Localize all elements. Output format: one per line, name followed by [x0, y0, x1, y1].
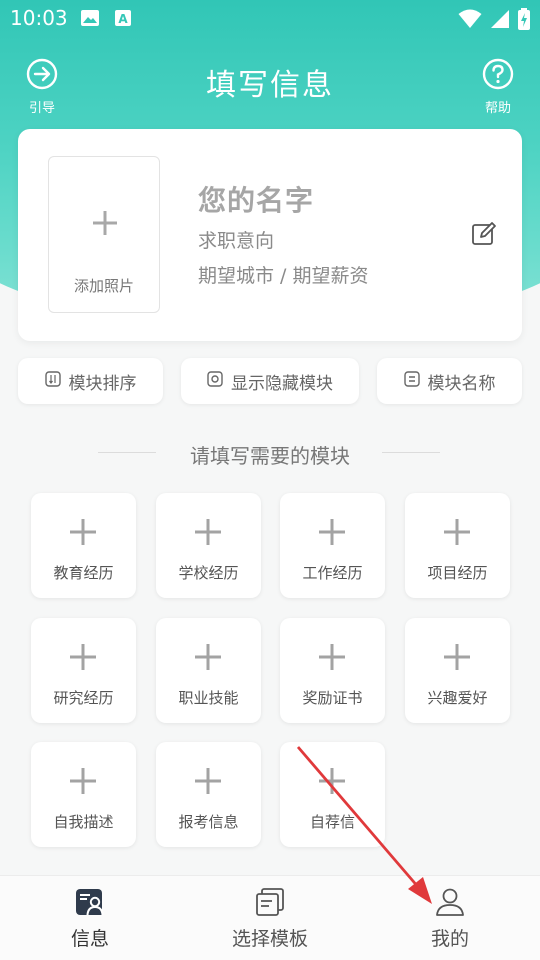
section-title: 请填写需要的模块	[190, 444, 350, 468]
status-indicators	[458, 8, 530, 34]
toggle-hidden-modules-label: 显示隐藏模块	[231, 373, 333, 394]
plus-icon	[91, 209, 119, 241]
module-hobbies[interactable]: 兴趣爱好	[405, 618, 510, 723]
module-label: 自我描述	[53, 813, 114, 831]
profile-card: 添加照片 您的名字 求职意向 期望城市 / 期望薪资	[18, 129, 522, 341]
help-label: 帮助	[484, 101, 511, 116]
module-project[interactable]: 项目经历	[405, 493, 510, 598]
top-nav: 引导 填写信息 帮助	[0, 48, 540, 116]
module-label: 奖励证书	[302, 689, 363, 707]
status-bar: 10:03 A	[0, 0, 540, 38]
module-label: 项目经历	[427, 564, 488, 582]
gallery-notification-icon	[80, 9, 100, 31]
module-awards[interactable]: 奖励证书	[280, 618, 385, 723]
module-name-label: 模块名称	[427, 373, 496, 394]
module-school[interactable]: 学校经历	[156, 493, 261, 598]
plus-icon	[318, 767, 346, 799]
help-circle-icon	[482, 58, 514, 94]
module-label: 学校经历	[178, 564, 239, 582]
screen: 10:03 A 引导 填写信息 帮助 添加照片 您的名字 求职意向 期望城市 /…	[0, 0, 540, 960]
tab-info[interactable]: 信息	[30, 888, 150, 951]
module-label: 报考信息	[178, 813, 239, 831]
help-button[interactable]: 帮助	[468, 58, 528, 116]
wifi-icon	[458, 9, 482, 33]
rename-icon	[403, 370, 420, 392]
add-photo-label: 添加照片	[73, 277, 134, 295]
module-work[interactable]: 工作经历	[280, 493, 385, 598]
signal-icon	[490, 9, 510, 33]
plus-icon	[318, 518, 346, 550]
eye-toggle-icon	[207, 370, 223, 392]
profile-name: 您的名字	[198, 184, 315, 217]
toggle-hidden-modules-button[interactable]: 显示隐藏模块	[181, 358, 359, 404]
module-name-button[interactable]: 模块名称	[377, 358, 522, 404]
plus-icon	[69, 643, 97, 675]
bottom-nav: 信息 选择模板 我的	[0, 875, 540, 960]
plus-icon	[443, 643, 471, 675]
a-notification-icon: A	[114, 9, 132, 31]
tab-select-template-label: 选择模板	[231, 928, 308, 950]
module-exam-info[interactable]: 报考信息	[156, 742, 261, 847]
module-self-description[interactable]: 自我描述	[31, 742, 136, 847]
module-label: 教育经历	[53, 564, 114, 582]
module-label: 研究经历	[53, 689, 114, 707]
template-stack-icon	[255, 888, 285, 920]
add-photo-button[interactable]: 添加照片	[48, 156, 160, 313]
module-research[interactable]: 研究经历	[31, 618, 136, 723]
plus-icon	[194, 643, 222, 675]
plus-icon	[69, 518, 97, 550]
plus-icon	[194, 767, 222, 799]
job-intent: 求职意向	[198, 230, 275, 252]
tab-info-label: 信息	[70, 928, 109, 950]
module-sort-label: 模块排序	[68, 373, 137, 394]
battery-icon	[518, 8, 530, 34]
module-label: 自荐信	[309, 813, 355, 831]
user-icon	[435, 888, 465, 920]
tab-mine[interactable]: 我的	[390, 888, 510, 951]
plus-icon	[318, 643, 346, 675]
module-sort-button[interactable]: 模块排序	[18, 358, 163, 404]
module-label: 兴趣爱好	[427, 689, 488, 707]
tab-mine-label: 我的	[430, 928, 469, 950]
module-skills[interactable]: 职业技能	[156, 618, 261, 723]
module-education[interactable]: 教育经历	[31, 493, 136, 598]
status-time: 10:03	[10, 6, 68, 30]
module-label: 职业技能	[178, 689, 239, 707]
divider	[382, 452, 440, 453]
svg-text:A: A	[118, 12, 128, 26]
plus-icon	[194, 518, 222, 550]
tab-select-template[interactable]: 选择模板	[210, 888, 330, 951]
edit-icon[interactable]	[471, 221, 497, 251]
page-title: 填写信息	[206, 68, 334, 103]
module-cover-letter[interactable]: 自荐信	[280, 742, 385, 847]
sort-icon	[44, 370, 61, 392]
expected-city-salary: 期望城市 / 期望薪资	[198, 265, 369, 287]
section-header: 请填写需要的模块	[0, 438, 540, 468]
plus-icon	[69, 767, 97, 799]
plus-icon	[443, 518, 471, 550]
module-label: 工作经历	[302, 564, 363, 582]
resume-person-icon	[75, 889, 105, 920]
